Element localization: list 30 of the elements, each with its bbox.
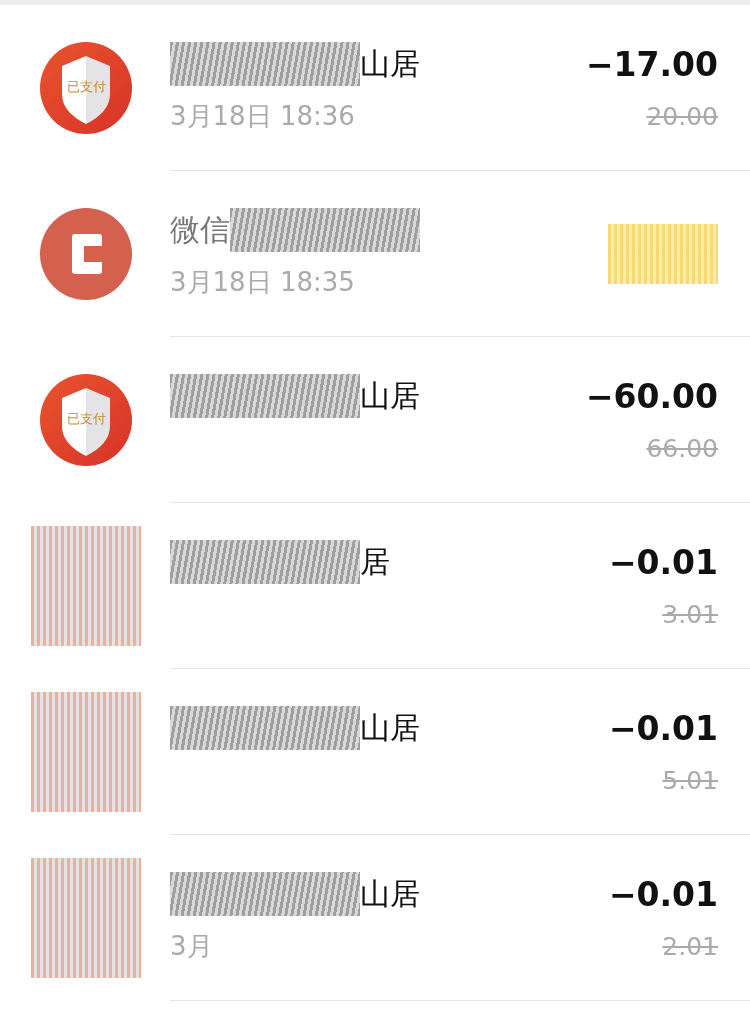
transaction-row[interactable]: 居 −0.01 3.01 [0, 503, 750, 669]
original-price: 66.00 [646, 434, 718, 463]
transaction-time: 3月 [170, 929, 213, 963]
transaction-row[interactable]: 已支付 山居 3月18日 18:36 −17.00 20.00 [0, 5, 750, 171]
wallet-icon [40, 208, 132, 300]
transaction-row[interactable]: 微信 3月18日 18:35 [0, 171, 750, 337]
amount: −0.01 [608, 709, 718, 748]
paid-label: 已支付 [67, 79, 106, 94]
shield-icon [40, 374, 132, 466]
amount: −60.00 [585, 377, 718, 416]
original-price: 3.01 [662, 600, 718, 629]
merchant-name: 微信 [170, 210, 230, 249]
paid-label: 已支付 [67, 411, 106, 426]
original-price: 5.01 [662, 766, 718, 795]
amount: −0.01 [608, 543, 718, 582]
merchant-name: 山居 [360, 376, 420, 415]
transaction-row[interactable]: 山居 3月 −0.01 2.01 [0, 835, 750, 1001]
original-price: 20.00 [646, 102, 718, 131]
transaction-row[interactable]: 山居 −0.01 5.01 [0, 669, 750, 835]
transaction-row[interactable]: 已支付 山居 −60.00 66.00 [0, 337, 750, 503]
merchant-name: 山居 [360, 708, 420, 747]
amount: −17.00 [585, 45, 718, 84]
shield-icon [40, 42, 132, 134]
merchant-name: 居 [360, 542, 390, 581]
transaction-time: 3月18日 18:35 [170, 265, 355, 299]
original-price: 2.01 [662, 932, 718, 961]
amount: −0.01 [608, 875, 718, 914]
merchant-name: 山居 [360, 874, 420, 913]
merchant-name: 山居 [360, 44, 420, 83]
transaction-time: 3月18日 18:36 [170, 99, 355, 133]
